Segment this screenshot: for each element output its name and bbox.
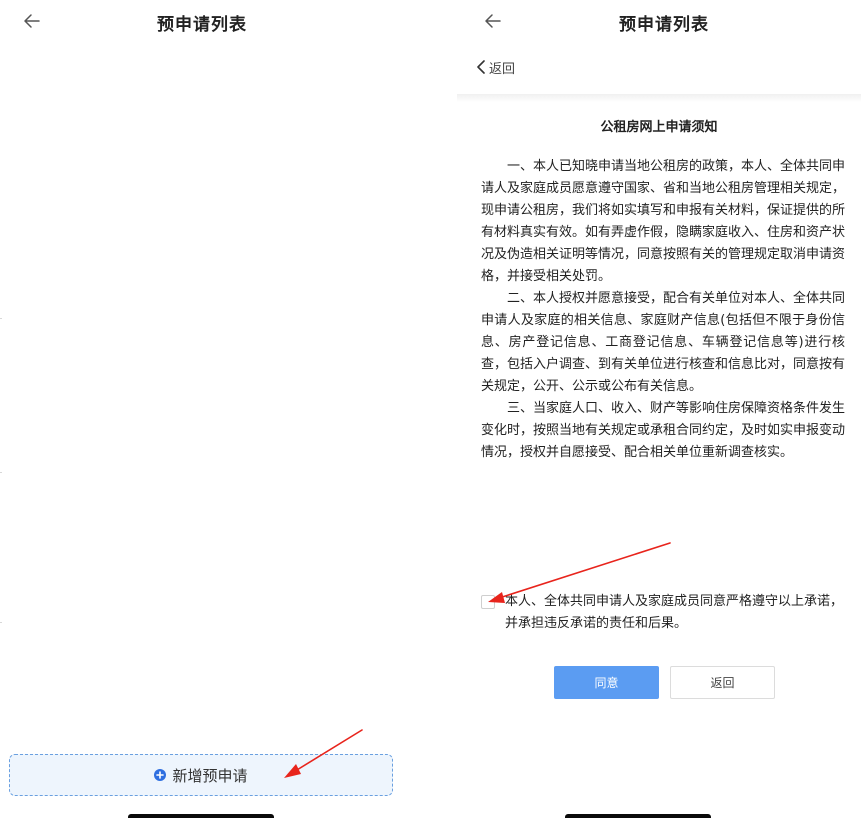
notice-paragraph: 三、当家庭人口、收入、财产等影响住房保障资格条件发生变化时，按照当地有关规定或承…: [481, 401, 846, 460]
add-button-label: 新增预申请: [172, 766, 248, 785]
page-title: 预申请列表: [619, 15, 709, 35]
agree-text[interactable]: 本人、全体共同申请人及家庭成员同意严格遵守以上承诺，并承担违反承诺的责任和后果。: [505, 591, 845, 635]
sub-back-label: 返回: [489, 61, 516, 77]
edge-tick: [0, 622, 2, 623]
page-title: 预申请列表: [157, 15, 247, 35]
home-indicator: [128, 814, 274, 818]
notice-title: 公租房网上申请须知: [600, 120, 718, 135]
notice-paragraph: 一、本人已知晓申请当地公租房的政策，本人、全体共同申请人及家庭成员愿意遵守国家、…: [481, 159, 846, 284]
divider: [457, 94, 861, 102]
arrow-left-icon[interactable]: [22, 11, 42, 31]
notice-body: 一、本人已知晓申请当地公租房的政策，本人、全体共同申请人及家庭成员愿意遵守国家、…: [481, 156, 845, 464]
add-pre-application-button[interactable]: 新增预申请: [9, 754, 393, 796]
home-indicator: [565, 814, 711, 818]
notice-paragraph: 二、本人授权并愿意接受，配合有关单位对本人、全体共同申请人及家庭的相关信息、家庭…: [481, 291, 846, 394]
edge-tick: [0, 472, 2, 473]
sub-back-link[interactable]: 返回: [476, 56, 515, 78]
agree-button[interactable]: 同意: [554, 666, 659, 699]
chevron-left-icon: [477, 60, 485, 74]
top-bar: 预申请列表: [457, 0, 861, 44]
agreement-row: 本人、全体共同申请人及家庭成员同意严格遵守以上承诺，并承担违反承诺的责任和后果。: [481, 591, 845, 635]
top-bar: 预申请列表: [0, 0, 404, 44]
arrow-left-icon[interactable]: [483, 11, 503, 31]
left-screen: 预申请列表 新增预申请: [0, 0, 404, 818]
plus-circle-icon: [154, 769, 167, 781]
return-button[interactable]: 返回: [670, 666, 775, 699]
right-screen: 预申请列表 返回 公租房网上申请须知 一、本人已知晓申请当地公租房的政策，本人、…: [457, 0, 861, 818]
edge-tick: [0, 318, 2, 319]
agree-checkbox[interactable]: [481, 595, 495, 609]
